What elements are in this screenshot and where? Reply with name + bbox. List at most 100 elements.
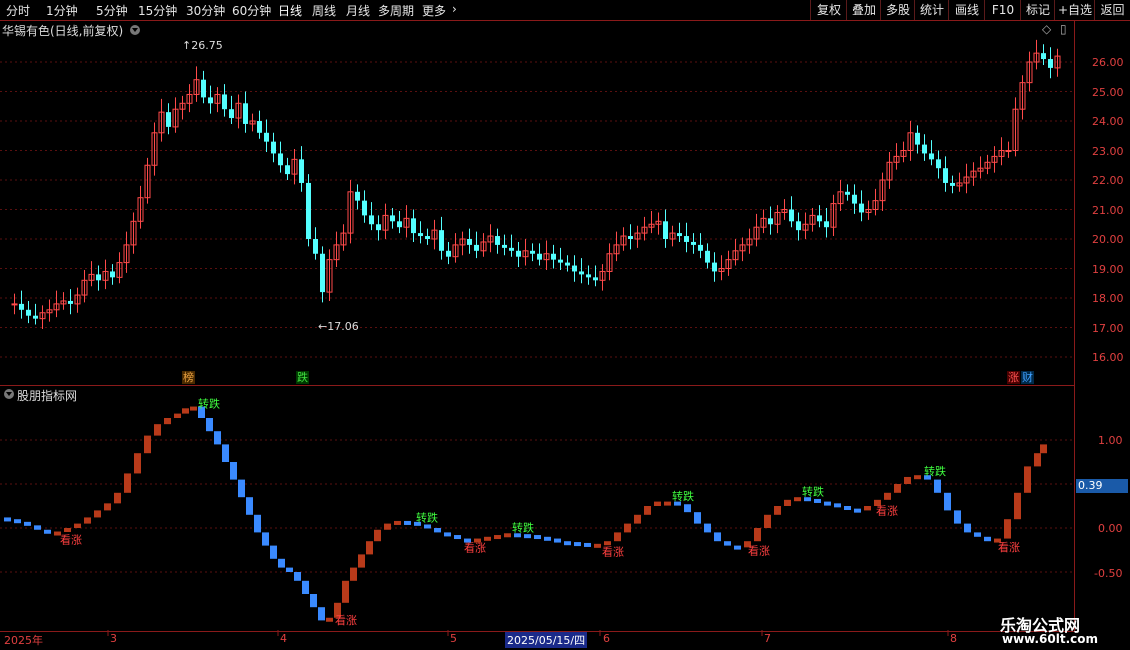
candle-body-down <box>271 141 276 154</box>
candle-body-down <box>789 209 794 222</box>
event-rank-tag[interactable]: 榜 <box>182 371 195 384</box>
indicator-bar <box>394 520 401 525</box>
indicator-bar <box>504 533 511 538</box>
candle-body-down <box>579 271 584 275</box>
indicator-bar <box>634 514 641 524</box>
low-label: ←17.06 <box>318 320 359 333</box>
indicator-bar <box>784 499 791 506</box>
candle-body-up <box>1005 150 1012 152</box>
candle-body-down <box>705 250 710 263</box>
candle-body-down <box>278 153 283 166</box>
indicator-bar <box>434 528 441 533</box>
candle-body-down <box>26 309 31 316</box>
ind-y-tick: 1.00 <box>1098 434 1123 447</box>
ind-y-tick: -0.50 <box>1094 567 1123 580</box>
indicator-bar <box>358 554 365 568</box>
candle-body-down <box>845 191 850 195</box>
candle-body-down <box>201 79 206 98</box>
candle-body-down <box>516 250 521 257</box>
signal-up-label: 看涨 <box>998 540 1020 554</box>
indicator-bar <box>444 532 451 537</box>
event-drop-tag[interactable]: 跌 <box>296 371 309 384</box>
indicator-bar <box>114 492 121 504</box>
candle-body-down <box>313 239 318 254</box>
indicator-bar <box>14 519 21 524</box>
candle-body-down <box>418 233 423 237</box>
candle-body-down <box>593 277 598 281</box>
candle-body-down <box>852 194 857 204</box>
candle-body-down <box>1048 59 1053 68</box>
indicator-bar <box>564 541 571 546</box>
event-finance-tag[interactable]: 财 <box>1021 371 1034 384</box>
candle-body-down <box>355 191 360 201</box>
indicator-bar <box>764 514 771 528</box>
candle-body-down <box>565 262 570 266</box>
candle-body-down <box>68 300 73 304</box>
candle-body-down <box>502 244 507 248</box>
indicator-bar <box>904 476 911 484</box>
signal-down-label: 转跌 <box>802 485 824 499</box>
event-rise-tag[interactable]: 涨 <box>1007 371 1020 384</box>
indicator-bar <box>934 479 941 493</box>
candle-body-down <box>796 221 801 231</box>
indicator-bar <box>534 535 541 540</box>
indicator-bar <box>684 504 691 513</box>
stock-title: 华锡有色(日线,前复权) <box>2 24 124 38</box>
indicator-bar <box>754 528 761 542</box>
indicator-bar <box>326 617 333 622</box>
high-value: 26.75 <box>191 39 223 52</box>
indicator-current-value: 0.39 <box>1076 479 1128 493</box>
candle-body-down <box>397 221 402 228</box>
indicator-bar <box>554 538 561 543</box>
dropdown-icon[interactable] <box>130 25 140 35</box>
date-label: 8 <box>950 632 957 645</box>
indicator-bar <box>94 510 101 518</box>
candle-body-down <box>768 218 773 225</box>
indicator-dropdown-icon[interactable] <box>4 389 14 399</box>
indicator-bar <box>644 506 651 515</box>
candle-body-down <box>390 215 395 222</box>
indicator-bar <box>384 523 391 530</box>
candle-body-down <box>936 159 941 169</box>
indicator-bar <box>884 492 891 500</box>
candle-body-down <box>362 200 367 216</box>
indicator-bar <box>794 497 801 502</box>
indicator-bar <box>594 543 601 548</box>
candle-body-down <box>285 165 290 175</box>
signal-down-label: 转跌 <box>672 489 694 503</box>
indicator-bar <box>614 532 621 542</box>
indicator-bar <box>270 545 277 559</box>
indicator-bar <box>404 520 411 525</box>
indicator-bar <box>230 462 237 480</box>
date-label: 4 <box>280 632 287 645</box>
candle-body-down <box>166 112 171 127</box>
indicator-bar <box>350 567 357 581</box>
y-tick: 18.00 <box>1092 292 1124 305</box>
y-tick: 16.00 <box>1092 351 1124 364</box>
indicator-bar <box>374 529 381 542</box>
candle-body-down <box>824 221 829 228</box>
indicator-bar <box>74 523 81 528</box>
panel-toggle-icon[interactable]: ▯ <box>1060 22 1067 36</box>
indicator-bar <box>144 435 151 454</box>
indicator-bar <box>1014 492 1021 520</box>
indicator-bar <box>864 506 871 511</box>
candle-body-down <box>96 274 101 281</box>
y-tick: 17.00 <box>1092 322 1124 335</box>
indicator-bar <box>302 580 309 594</box>
candle-body-down <box>411 218 416 234</box>
candle-body-down <box>243 103 248 124</box>
indicator-bar <box>246 497 253 515</box>
date-label: 6 <box>603 632 610 645</box>
ind-y-tick: 0.00 <box>1098 522 1123 535</box>
diamond-icon[interactable]: ◇ <box>1042 22 1051 36</box>
signal-up-label: 看涨 <box>748 543 770 557</box>
indicator-bar <box>944 492 951 511</box>
indicator-bar <box>834 503 841 508</box>
chart-canvas[interactable]: 看涨转跌看涨转跌看涨转跌看涨转跌看涨转跌看涨转跌看涨 <box>0 0 1130 650</box>
indicator-bar <box>1024 466 1031 493</box>
candle-body-up <box>11 303 18 306</box>
candle-body-down <box>299 159 304 183</box>
candle-body-down <box>530 250 535 254</box>
indicator-bar <box>974 532 981 537</box>
